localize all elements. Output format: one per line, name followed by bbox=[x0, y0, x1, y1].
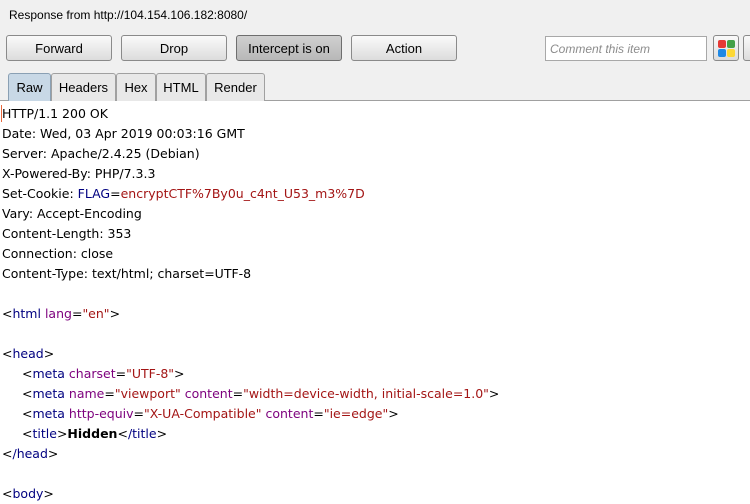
more-options-button[interactable] bbox=[743, 35, 750, 61]
attr-value: "X-UA-Compatible" bbox=[143, 406, 262, 421]
attr-name: charset bbox=[68, 366, 116, 381]
forward-button[interactable]: Forward bbox=[6, 35, 112, 61]
attr-value: "viewport" bbox=[114, 386, 181, 401]
title-text: Hidden bbox=[67, 426, 118, 441]
bracket: < bbox=[2, 486, 13, 501]
status-line: HTTP/1.1 200 OK bbox=[2, 106, 108, 121]
bracket: < bbox=[22, 386, 33, 401]
drop-button[interactable]: Drop bbox=[121, 35, 227, 61]
meta-viewport-tag: <meta name="viewport" content="width=dev… bbox=[22, 384, 499, 404]
tag-name: title bbox=[32, 426, 57, 441]
tag-name: meta bbox=[32, 386, 65, 401]
tag-name: meta bbox=[32, 366, 65, 381]
attr-value: "UTF-8" bbox=[126, 366, 175, 381]
bracket: > bbox=[156, 426, 168, 441]
highlight-color-button[interactable] bbox=[713, 35, 739, 61]
highlight-green-swatch bbox=[727, 40, 735, 48]
highlight-red-swatch bbox=[718, 40, 726, 48]
bracket: < bbox=[2, 446, 13, 461]
head-close-tag: </head> bbox=[2, 444, 58, 464]
bracket: > bbox=[47, 446, 59, 461]
head-open-tag: <head> bbox=[2, 344, 54, 364]
attr-name: http-equiv bbox=[68, 406, 134, 421]
bracket: > bbox=[488, 386, 500, 401]
meta-charset-tag: <meta charset="UTF-8"> bbox=[22, 364, 185, 384]
bracket: < bbox=[2, 306, 13, 321]
bracket: < bbox=[2, 346, 13, 361]
bracket: < bbox=[22, 366, 33, 381]
server-header: Server: Apache/2.4.25 (Debian) bbox=[2, 146, 200, 161]
powered-by-header: X-Powered-By: PHP/7.3.3 bbox=[2, 166, 156, 181]
tab-html[interactable]: HTML bbox=[156, 73, 206, 101]
meta-compat-tag: <meta http-equiv="X-UA-Compatible" conte… bbox=[22, 404, 399, 424]
bracket: > bbox=[43, 486, 54, 501]
html-open-tag: <html lang="en"> bbox=[2, 304, 120, 324]
bracket: > bbox=[388, 406, 399, 421]
attr-name: content bbox=[265, 406, 314, 421]
cookie-key: FLAG bbox=[77, 186, 111, 201]
tag-name: /title bbox=[127, 426, 157, 441]
bracket: > bbox=[109, 306, 121, 321]
tag-name: body bbox=[12, 486, 44, 501]
equals: = bbox=[104, 386, 115, 401]
tab-raw[interactable]: Raw bbox=[8, 73, 51, 101]
intercept-toggle-button[interactable]: Intercept is on bbox=[236, 35, 342, 61]
comment-input[interactable]: Comment this item bbox=[545, 36, 707, 61]
tag-name: /head bbox=[12, 446, 48, 461]
bracket: > bbox=[56, 426, 68, 441]
intercept-toolbar: Forward Drop Intercept is on Action Comm… bbox=[0, 32, 750, 68]
equals: = bbox=[115, 366, 127, 381]
bracket: < bbox=[22, 426, 33, 441]
content-length-header: Content-Length: 353 bbox=[2, 226, 132, 241]
body-open-tag: <body> bbox=[2, 484, 54, 504]
attr-value: "ie=edge" bbox=[323, 406, 389, 421]
content-type-header: Content-Type: text/html; charset=UTF-8 bbox=[2, 266, 252, 281]
cookie-value: encryptCTF%7By0u_c4nt_U53_m3%7D bbox=[120, 186, 365, 201]
equals: = bbox=[133, 406, 144, 421]
action-button[interactable]: Action bbox=[351, 35, 457, 61]
equals: = bbox=[313, 406, 324, 421]
vary-header: Vary: Accept-Encoding bbox=[2, 206, 142, 221]
attr-value: "width=device-width, initial-scale=1.0" bbox=[243, 386, 489, 401]
bracket: > bbox=[43, 346, 55, 361]
window-titlebar: Response from http://104.154.106.182:808… bbox=[0, 0, 750, 32]
attr-name: lang bbox=[44, 306, 72, 321]
window-title: Response from http://104.154.106.182:808… bbox=[9, 8, 248, 22]
set-cookie-label: Set-Cookie: bbox=[2, 186, 78, 201]
bracket: < bbox=[117, 426, 128, 441]
date-header: Date: Wed, 03 Apr 2019 00:03:16 GMT bbox=[2, 126, 245, 141]
bracket: < bbox=[22, 406, 33, 421]
attr-value: "en" bbox=[82, 306, 110, 321]
equals: = bbox=[71, 306, 83, 321]
tag-name: html bbox=[12, 306, 41, 321]
highlight-blue-swatch bbox=[718, 49, 726, 57]
cookie-equals: = bbox=[110, 186, 121, 201]
attr-name: name bbox=[68, 386, 105, 401]
tab-hex[interactable]: Hex bbox=[116, 73, 156, 101]
connection-header: Connection: close bbox=[2, 246, 114, 261]
title-tag: <title>Hidden</title> bbox=[22, 424, 167, 444]
tag-name: meta bbox=[32, 406, 65, 421]
view-tabs: Raw Headers Hex HTML Render bbox=[0, 68, 750, 101]
highlight-yellow-swatch bbox=[727, 49, 735, 57]
attr-name: content bbox=[184, 386, 233, 401]
tab-render[interactable]: Render bbox=[206, 73, 265, 101]
tab-headers[interactable]: Headers bbox=[51, 73, 116, 101]
tag-name: head bbox=[12, 346, 44, 361]
set-cookie-header: Set-Cookie: FLAG=encryptCTF%7By0u_c4nt_U… bbox=[2, 184, 365, 204]
equals: = bbox=[232, 386, 244, 401]
bracket: > bbox=[174, 366, 185, 381]
